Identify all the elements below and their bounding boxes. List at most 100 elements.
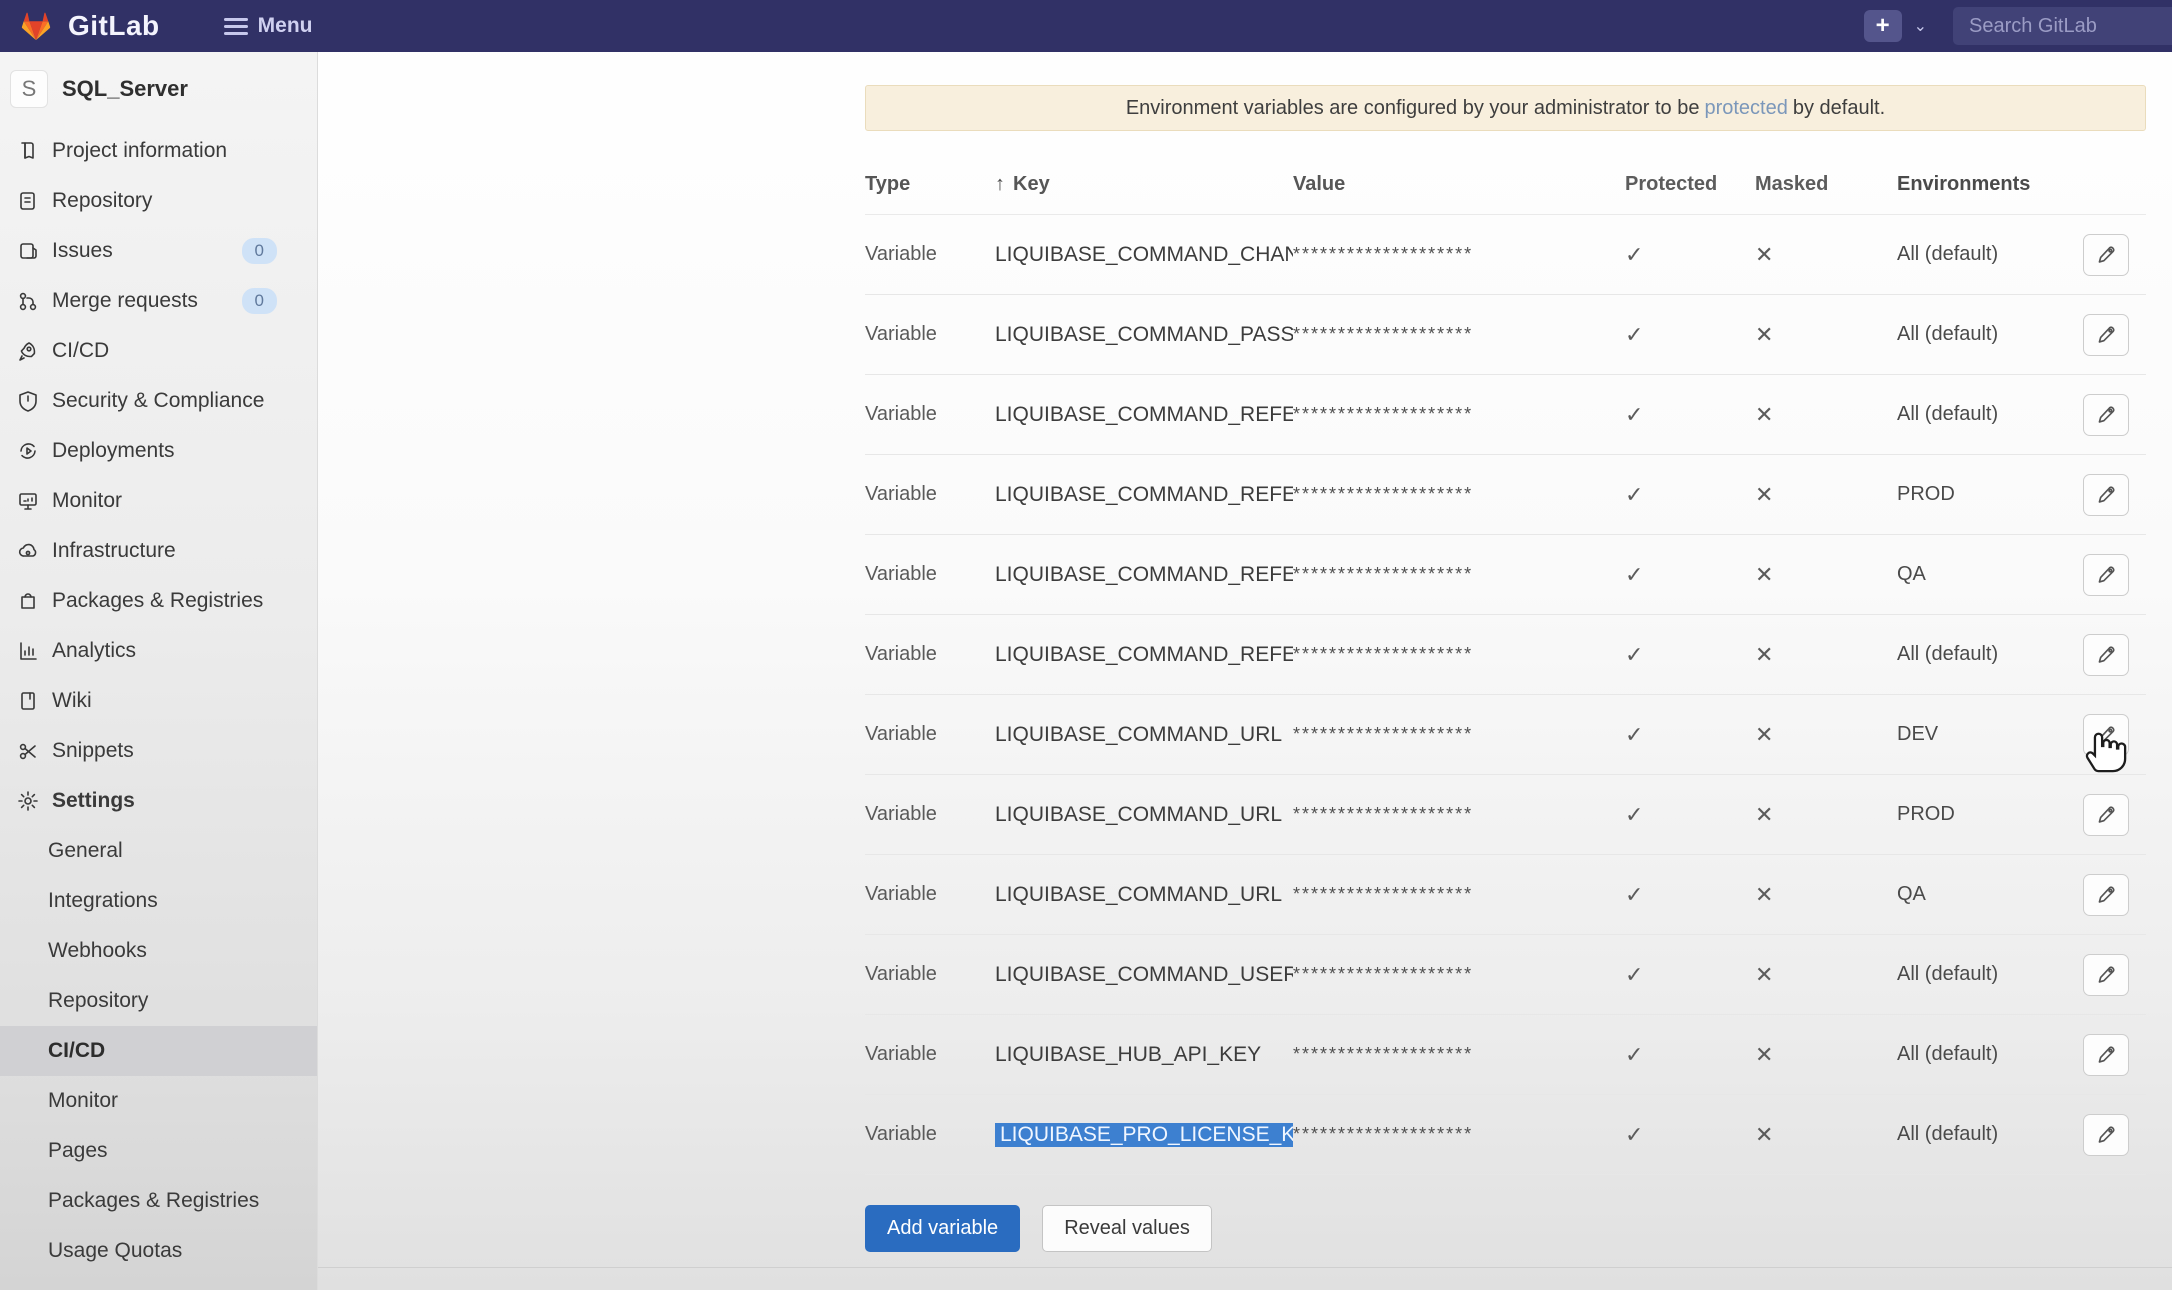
variable-type: Variable (865, 1043, 995, 1066)
variable-row: VariableLIQUIBASE_COMMAND_REFER...******… (865, 615, 2146, 695)
variable-row: VariableLIQUIBASE_COMMAND_USER...*******… (865, 935, 2146, 1015)
pencil-icon (2096, 1045, 2116, 1065)
deployments-icon (16, 439, 40, 463)
variable-masked-value: ******************** (1293, 964, 1617, 985)
variables-table: Type ↑Key Value Protected Masked Environ… (865, 155, 2146, 1175)
sidebar-item-wiki[interactable]: Wiki (0, 676, 317, 726)
variable-masked-value: ******************** (1293, 644, 1617, 665)
variable-key[interactable]: LIQUIBASE_COMMAND_URL (995, 883, 1293, 907)
reveal-values-button[interactable]: Reveal values (1042, 1205, 1212, 1252)
edit-variable-button[interactable] (2083, 1034, 2129, 1076)
header-type: Type (865, 173, 995, 196)
variable-row: VariableLIQUIBASE_COMMAND_REFER...******… (865, 535, 2146, 615)
masked-x-icon: ✕ (1745, 722, 1885, 748)
masked-x-icon: ✕ (1745, 882, 1885, 908)
masked-x-icon: ✕ (1745, 322, 1885, 348)
sidebar-item-monitor[interactable]: Monitor (0, 476, 317, 526)
table-actions: Add variable Reveal values (865, 1205, 2146, 1252)
sidebar-item-analytics[interactable]: Analytics (0, 626, 317, 676)
variable-masked-value: ******************** (1293, 484, 1617, 505)
variable-key[interactable]: LIQUIBASE_COMMAND_URL (995, 803, 1293, 827)
variable-type: Variable (865, 563, 995, 586)
sidebar-item-ci-cd[interactable]: CI/CD (0, 326, 317, 376)
variable-masked-value: ******************** (1293, 564, 1617, 585)
variable-environments: All (default) (1885, 1123, 2065, 1146)
protected-check-icon: ✓ (1617, 482, 1745, 508)
new-item-button[interactable]: + (1864, 10, 1902, 42)
settings-subitem-ci-cd[interactable]: CI/CD (0, 1026, 317, 1076)
sidebar-item-infrastructure[interactable]: Infrastructure (0, 526, 317, 576)
protected-check-icon: ✓ (1617, 242, 1745, 268)
sidebar-item-issues[interactable]: Issues0 (0, 226, 317, 276)
masked-x-icon: ✕ (1745, 482, 1885, 508)
variable-type: Variable (865, 1123, 995, 1146)
settings-subitem-general[interactable]: General (0, 826, 317, 876)
variable-key[interactable]: LIQUIBASE_PRO_LICENSE_KEY (995, 1123, 1293, 1147)
wiki-icon (16, 689, 40, 713)
edit-variable-button[interactable] (2083, 314, 2129, 356)
project-name: SQL_Server (62, 76, 188, 102)
variable-type: Variable (865, 643, 995, 666)
edit-variable-button[interactable] (2083, 394, 2129, 436)
edit-variable-button[interactable] (2083, 874, 2129, 916)
variable-key[interactable]: LIQUIBASE_COMMAND_CHAN... (995, 243, 1293, 267)
header-masked: Masked (1745, 173, 1885, 196)
edit-variable-button[interactable] (2083, 474, 2129, 516)
settings-subitem-pages[interactable]: Pages (0, 1126, 317, 1176)
add-variable-button[interactable]: Add variable (865, 1205, 1020, 1252)
sidebar-item-label: Merge requests (52, 289, 198, 313)
sidebar-item-snippets[interactable]: Snippets (0, 726, 317, 776)
banner-text-after: by default. (1793, 97, 1885, 120)
variable-environments: All (default) (1885, 643, 2065, 666)
settings-subitem-usage-quotas[interactable]: Usage Quotas (0, 1226, 317, 1276)
variable-masked-value: ******************** (1293, 884, 1617, 905)
sidebar-item-repository[interactable]: Repository (0, 176, 317, 226)
project-information-icon (16, 139, 40, 163)
menu-button[interactable]: Menu (224, 14, 313, 38)
variable-row: VariableLIQUIBASE_COMMAND_URL***********… (865, 855, 2146, 935)
variable-row: VariableLIQUIBASE_PRO_LICENSE_KEY*******… (865, 1095, 2146, 1175)
count-badge: 0 (242, 238, 277, 264)
edit-variable-button[interactable] (2083, 554, 2129, 596)
sidebar-item-packages-registries[interactable]: Packages & Registries (0, 576, 317, 626)
variable-key[interactable]: LIQUIBASE_HUB_API_KEY (995, 1043, 1293, 1067)
edit-variable-button[interactable] (2083, 1114, 2129, 1156)
protected-link[interactable]: protected (1704, 97, 1787, 120)
settings-subitem-webhooks[interactable]: Webhooks (0, 926, 317, 976)
edit-variable-button[interactable] (2083, 954, 2129, 996)
chevron-down-icon[interactable]: ⌄ (1914, 16, 1927, 36)
sidebar-item-deployments[interactable]: Deployments (0, 426, 317, 476)
settings-subitem-repository[interactable]: Repository (0, 976, 317, 1026)
pencil-icon (2096, 805, 2116, 825)
variable-key[interactable]: LIQUIBASE_COMMAND_REFER... (995, 563, 1293, 587)
gitlab-home-link[interactable]: GitLab (0, 9, 160, 43)
variable-environments: All (default) (1885, 963, 2065, 986)
settings-subitem-monitor[interactable]: Monitor (0, 1076, 317, 1126)
ci-cd-icon (16, 339, 40, 363)
variable-key[interactable]: LIQUIBASE_COMMAND_URL (995, 723, 1293, 747)
sidebar-item-security-compliance[interactable]: Security & Compliance (0, 376, 317, 426)
variable-key[interactable]: LIQUIBASE_COMMAND_USER... (995, 963, 1293, 987)
variable-key[interactable]: LIQUIBASE_COMMAND_PASS... (995, 323, 1293, 347)
variable-key[interactable]: LIQUIBASE_COMMAND_REFER... (995, 403, 1293, 427)
project-context-link[interactable]: S SQL_Server (0, 52, 317, 126)
search-input[interactable] (1953, 7, 2172, 45)
variable-key[interactable]: LIQUIBASE_COMMAND_REFER... (995, 643, 1293, 667)
variable-environments: PROD (1885, 483, 2065, 506)
variable-environments: QA (1885, 883, 2065, 906)
header-key-sort[interactable]: ↑Key (995, 173, 1293, 196)
variable-key[interactable]: LIQUIBASE_COMMAND_REFER... (995, 483, 1293, 507)
settings-subitem-integrations[interactable]: Integrations (0, 876, 317, 926)
masked-x-icon: ✕ (1745, 402, 1885, 428)
settings-subitem-packages-registries[interactable]: Packages & Registries (0, 1176, 317, 1226)
sidebar-item-label: Monitor (52, 489, 122, 513)
edit-variable-button[interactable] (2083, 234, 2129, 276)
settings-subitem-label: Webhooks (48, 939, 147, 963)
settings-subitem-label: Usage Quotas (48, 1239, 182, 1263)
edit-variable-button[interactable] (2083, 794, 2129, 836)
edit-variable-button[interactable] (2083, 714, 2129, 756)
sidebar-item-settings[interactable]: Settings (0, 776, 317, 826)
sidebar-item-merge-requests[interactable]: Merge requests0 (0, 276, 317, 326)
sidebar-item-project-information[interactable]: Project information (0, 126, 317, 176)
edit-variable-button[interactable] (2083, 634, 2129, 676)
